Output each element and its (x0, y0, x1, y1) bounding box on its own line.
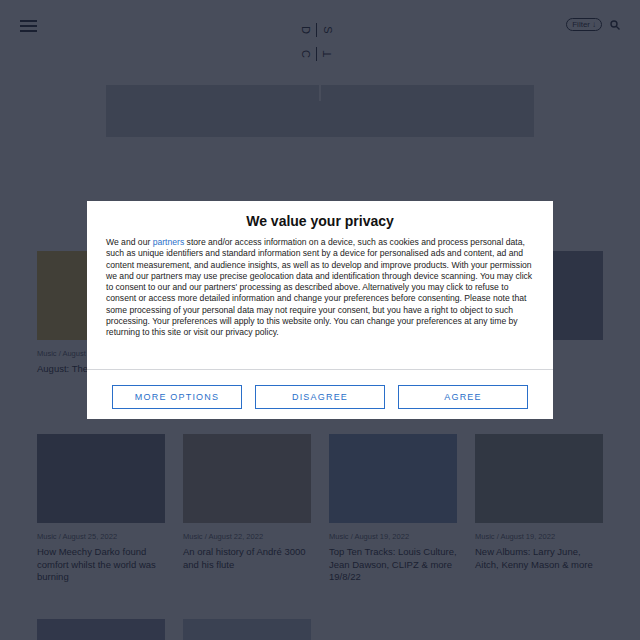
consent-title: We value your privacy (87, 213, 553, 229)
consent-overlay: We value your privacy We and our partners… (0, 0, 640, 640)
consent-text: We and our partners store and/or access … (87, 237, 553, 339)
partners-link[interactable]: partners (153, 237, 185, 247)
consent-buttons: MORE OPTIONS DISAGREE AGREE (87, 370, 553, 419)
consent-button[interactable]: DISAGREE (255, 385, 385, 409)
consent-button[interactable]: AGREE (398, 385, 528, 409)
consent-dialog: We value your privacy We and our partners… (87, 201, 553, 419)
divider (87, 369, 553, 370)
consent-button[interactable]: MORE OPTIONS (112, 385, 242, 409)
page: DSCTFilter↓Music / AugustAugust: The Tra… (0, 0, 640, 640)
